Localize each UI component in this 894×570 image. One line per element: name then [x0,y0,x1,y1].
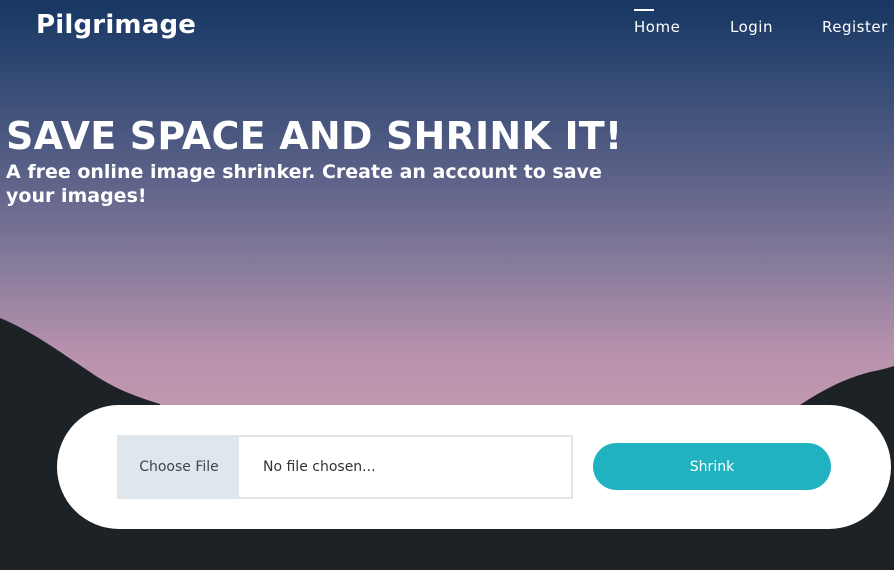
navbar: Pilgrimage Home Login Register [0,0,894,54]
nav-link-register[interactable]: Register [822,18,888,36]
shrink-button[interactable]: Shrink [593,443,831,490]
hero-headline: SAVE SPACE AND SHRINK IT! [6,114,623,158]
file-input[interactable]: Choose File No file chosen... [117,435,573,499]
nav-link-home[interactable]: Home [634,18,680,36]
hero-subheadline: A free online image shrinker. Create an … [6,161,602,207]
nav-link-login[interactable]: Login [730,18,773,36]
file-status-text: No file chosen... [263,459,376,475]
nav-active-indicator [634,9,654,11]
upload-form: Choose File No file chosen... Shrink [57,405,891,529]
brand-logo[interactable]: Pilgrimage [36,10,196,40]
choose-file-button[interactable]: Choose File [119,437,239,497]
